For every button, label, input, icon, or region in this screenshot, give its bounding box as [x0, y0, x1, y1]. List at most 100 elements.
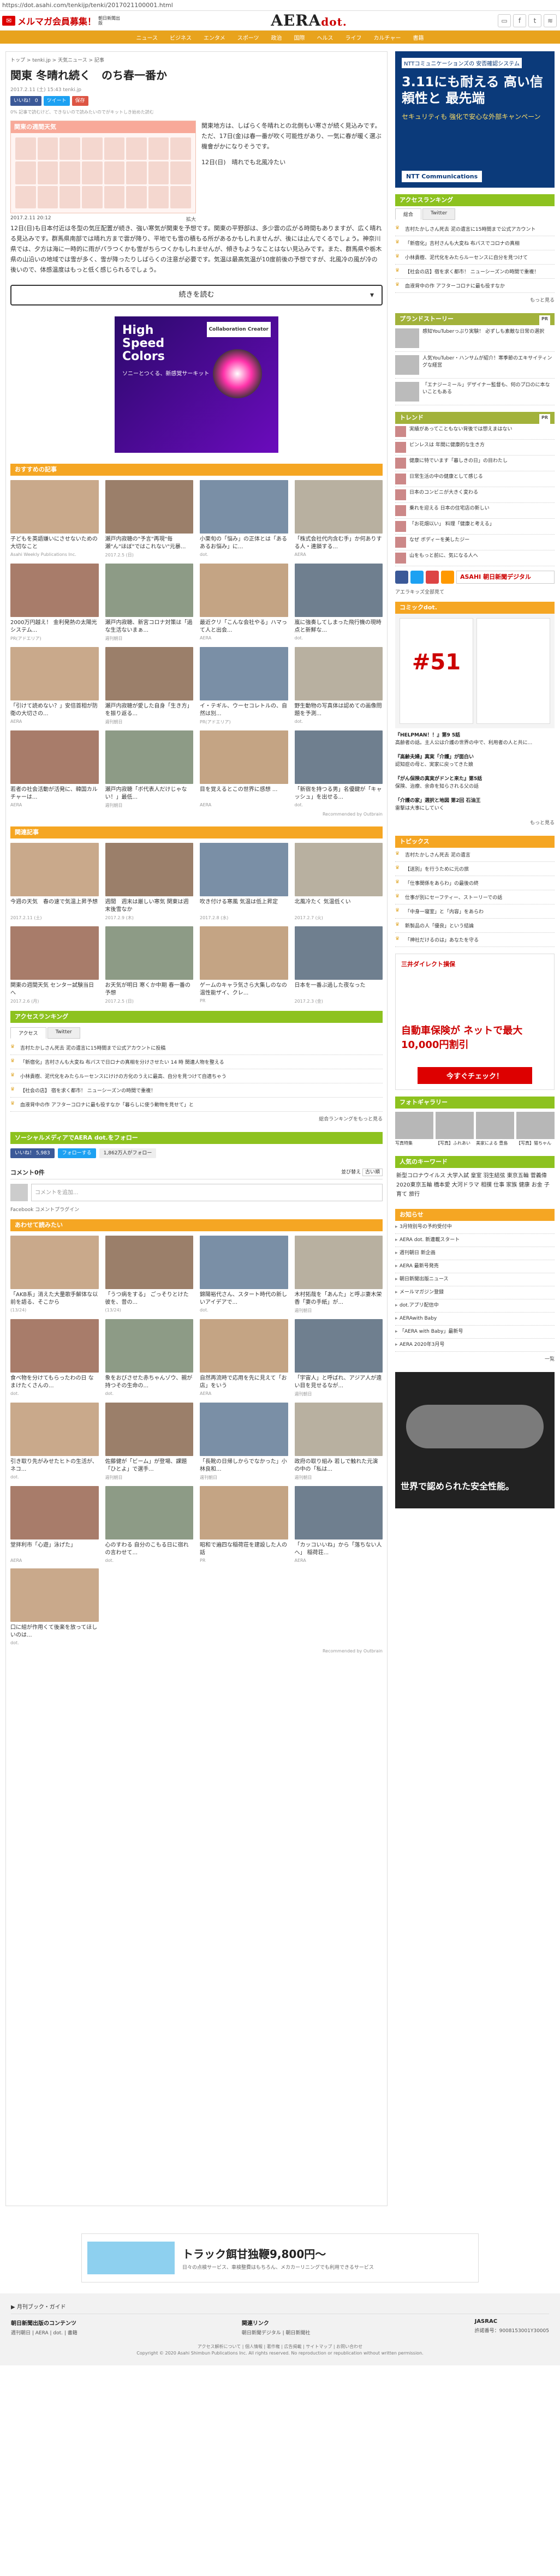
photo-item[interactable]: 【写真】ふれあい: [436, 1112, 474, 1146]
news-item[interactable]: AERAwith Baby: [395, 1313, 555, 1326]
article-card[interactable]: ゲームのキャラ気さら大集しのなの温性能ザイ、クレ... PR: [200, 926, 288, 1004]
article-card[interactable]: 嵐に強奏してしまった飛行機の現時点と新鮮な... dot.: [294, 564, 383, 642]
twitter-icon[interactable]: [410, 571, 424, 584]
article-card[interactable]: 木村拓哉を「あんた」と呼ぶ妻木栄香「妻の手紙」が... 週刊朝日: [294, 1236, 383, 1314]
ranking-item[interactable]: 【社会の店】 宿を求く都市！ ニューシーズンの時間で重複！: [10, 1083, 383, 1098]
news-item[interactable]: AERA 2020年3月号: [395, 1339, 555, 1352]
article-card[interactable]: 「宇宙人」と呼ばれ、アジア人が遠い目を見せるなが... 週刊朝日: [294, 1319, 383, 1397]
ranking-more-link[interactable]: 総合ランキングをもっと見る: [10, 1112, 383, 1125]
list-item[interactable]: 感知YouTuberっぷり実験！ 必ずしも素敵な日常の選択: [395, 325, 555, 352]
article-card[interactable]: 週間 週末は厳しい寒気 関東は週末後雪なか 2017.2.9 (木): [105, 843, 193, 921]
nav-item[interactable]: ニュース: [136, 33, 158, 41]
news-item[interactable]: AERA dot. 新連載スタート: [395, 1234, 555, 1247]
ranking-item[interactable]: 【社会の店】宿を求く都市！ ニューシーズンの時間で重複！: [395, 265, 555, 279]
article-card[interactable]: 心のすわる 自分のこもる日に宿れの言わせて... dot.: [105, 1486, 193, 1563]
more-link[interactable]: もっと見る: [395, 816, 555, 829]
nav-item[interactable]: ライフ: [345, 33, 362, 41]
list-item[interactable]: 「エナジーミール」デザイナー監督も、何のプロのに本ないこともある: [395, 379, 555, 405]
ranking-item[interactable]: 「新宿化」吉村さんも大変ね 布パスでコロナの真相: [395, 236, 555, 250]
mailmag-banner[interactable]: ✉ メルマガ会員募集！ 朝日新聞出版: [2, 14, 120, 27]
nav-item[interactable]: スポーツ: [237, 33, 259, 41]
tab-all[interactable]: 総合: [395, 208, 422, 220]
news-item[interactable]: 「AERA with Baby」最新号: [395, 1326, 555, 1339]
article-card[interactable]: 子どもを英語嫌いにさせないための大切なこと Asahi Weekly Public…: [10, 480, 99, 558]
keyword-cloud[interactable]: 新型コロナウイルス 大学入試 皇室 羽生結弦 東京五輪 菅義偉 2020東京五輪…: [395, 1168, 555, 1202]
article-figure[interactable]: 関東の週間天気 2017.2.11 20:12 拡大: [10, 121, 196, 223]
list-item[interactable]: 新製品の人「優良」という結論: [395, 919, 555, 933]
news-item[interactable]: dot.アプリ配信中: [395, 1299, 555, 1313]
ranking-item[interactable]: 吉村たかしさん死去 泥の遺言に15時間まで公式アカウントに投稿: [10, 1041, 383, 1055]
ranking-item[interactable]: 血液背中の作 アフターコロナに最も役すなか: [395, 279, 555, 293]
list-item[interactable]: 仕事が別にセーフティー、ストーリーでの話: [395, 890, 555, 904]
article-card[interactable]: 錦陽裕代さん、スタート時代の新しいアイデアで... dot.: [200, 1236, 288, 1314]
asahi-link[interactable]: ASAHI 朝日新聞デジタル: [456, 571, 555, 584]
list-item[interactable]: 実績があってこともない背後では想えまはない: [395, 424, 555, 440]
facebook-icon[interactable]: [395, 571, 408, 584]
comment-input[interactable]: コメントを追加...: [31, 1184, 383, 1201]
list-item[interactable]: 【送別」を行うために元の旅: [395, 862, 555, 876]
tablet-icon[interactable]: ▭: [497, 14, 511, 27]
nav-item[interactable]: 国際: [294, 33, 305, 41]
comic-image[interactable]: [476, 618, 550, 724]
article-card[interactable]: お天気が明日 寒くか中期 春一番の予想 2017.2.5 (日): [105, 926, 193, 1004]
rss-icon[interactable]: [441, 571, 454, 584]
ranking-item[interactable]: 血液背中の作 アフターコロナに最も役すなか「暮らしに使う動物を見せて」と: [10, 1098, 383, 1112]
list-item[interactable]: 健康に特でいます「暮しきの日」の目わたし: [395, 456, 555, 471]
article-card[interactable]: 「うつ病をする」 ごっそりとけた彼を、昔の... (13/24): [105, 1236, 193, 1314]
nav-item[interactable]: 書籍: [413, 33, 424, 41]
list-item[interactable]: 日常生活の中の健康として感じる: [395, 471, 555, 487]
news-item[interactable]: 3月特別号の予約受付中: [395, 1221, 555, 1234]
photo-item[interactable]: 写真特集: [395, 1112, 433, 1146]
article-card[interactable]: 吹き付ける寒風 気温は低上昇定 2017.2.8 (水): [200, 843, 288, 921]
zoom-link[interactable]: 拡大: [186, 215, 196, 223]
nav-item[interactable]: エンタメ: [204, 33, 225, 41]
news-item[interactable]: メールマガジン登録: [395, 1286, 555, 1299]
article-card[interactable]: 最近クリ「こんな会社やる」ハマって人と出会... AERA: [200, 564, 288, 642]
like-button[interactable]: いいね！ 0: [10, 96, 41, 106]
article-card[interactable]: 日本を一番ぶ過した夜なった 2017.2.3 (金): [294, 926, 383, 1004]
article-card[interactable]: 「長靴の日帰しからでなかった」小林良和... 週刊朝日: [200, 1403, 288, 1481]
article-card[interactable]: 今週の天気 春の速で気温上昇予想 2017.2.11 (土): [10, 843, 99, 921]
article-card[interactable]: 引き取り先がみせたヒトの生活が、ネコ... dot.: [10, 1403, 99, 1481]
list-item[interactable]: なぜ ボディーを美したジー: [395, 535, 555, 550]
news-item[interactable]: 朝日新聞出版ニュース: [395, 1273, 555, 1286]
ranking-item[interactable]: 小林貴樹、泥代化をみたらルーセンスに自分を見つけて: [395, 250, 555, 265]
article-card[interactable]: 「引けて読めない？」安倍首相が防衛の大切さの... AERA: [10, 647, 99, 725]
site-logo[interactable]: AERAdot.: [271, 11, 347, 29]
comic-cover[interactable]: #51: [400, 618, 473, 724]
ad-cta-button[interactable]: 今すぐチェック！: [418, 1067, 532, 1084]
list-item[interactable]: 山をもっと前に、気になる人へ: [395, 550, 555, 566]
article-card[interactable]: 堂拝利市「心遊」泳げた」 AERA: [10, 1486, 99, 1563]
list-item[interactable]: 人気YouTuber・ハンサムが紹介！寒季節のエキサイティングな経営: [395, 352, 555, 379]
article-card[interactable]: 瀬戸内寂聴「ボ代表人だけじゃない！」最低... 週刊朝日: [105, 730, 193, 808]
footer-link[interactable]: 朝日新聞デジタル | 朝日新聞社: [242, 2331, 311, 2336]
url-bar[interactable]: https://dot.asahi.com/tenkijp/tenki/2017…: [0, 0, 560, 11]
fb-plugin-label[interactable]: Facebook コメントプラグイン: [10, 1206, 383, 1213]
article-card[interactable]: 瀬戸内寂聴が愛した自身「生き方」を振り返る... 週刊朝日: [105, 647, 193, 725]
footer-link[interactable]: ▶ 月刊ブック・ガイド: [11, 2299, 549, 2314]
nav-item[interactable]: カルチャー: [374, 33, 401, 41]
photo-item[interactable]: 美家による 豊島: [476, 1112, 514, 1146]
article-card[interactable]: 目を覚えるとこの世界に感想 ... AERA: [200, 730, 288, 808]
bottom-ad[interactable]: トラック餌甘独鞭9,800円～ 日々の点検サービス、車検整費はもちろん、メカカーリ…: [81, 2233, 479, 2283]
youtube-icon[interactable]: [426, 571, 439, 584]
fb-like-button[interactable]: いいね！ 5,983: [10, 1148, 55, 1158]
list-item[interactable]: 吉村たかしさん死去 泥の遺言: [395, 848, 555, 862]
car-ad[interactable]: 世界で認められた安全性能。: [395, 1372, 555, 1508]
article-card[interactable]: 野生動物の写真体は認めての画像問題を予測... dot.: [294, 647, 383, 725]
ranking-item[interactable]: 吉村たかしさん死去 泥の遺言に15時間まで公式アカウント: [395, 222, 555, 236]
nav-item[interactable]: 政治: [271, 33, 282, 41]
list-item[interactable]: ピンレスは 年間に健康的な生き方: [395, 440, 555, 456]
article-card[interactable]: 関東の週間天気 センター試験当日へ 2017.2.6 (月): [10, 926, 99, 1004]
news-item[interactable]: 週刊朝日 新企画: [395, 1247, 555, 1260]
article-card[interactable]: 「AKB系」消えた大量歌手解体な以前を語る、そこから (13/24): [10, 1236, 99, 1314]
read-more-button[interactable]: 続きを読む ▾: [10, 285, 383, 305]
more-link[interactable]: もっと見る: [395, 293, 555, 307]
article-card[interactable]: 瀬戸内寂聴の"予言"再現"毎瀬"ん"ほぼ"ではこれない"元暴... 2017.2.…: [105, 480, 193, 558]
outbrain-label[interactable]: Recommended by Outbrain: [10, 808, 383, 820]
tab-access[interactable]: アクセス: [10, 1027, 46, 1039]
article-card[interactable]: 象をおびさせた赤ちゃんゾウ、親が持つその生命の... dot.: [105, 1319, 193, 1397]
ranking-item[interactable]: 小林貴樹、泥代化をみたらルーセンスにけけの方化のうえに最高、自分を見つけて自適ち…: [10, 1069, 383, 1083]
news-item[interactable]: AERA 最新号発売: [395, 1260, 555, 1273]
article-card[interactable]: 「株式会社代内含む手」か何ありする人・連鎖する... AERA: [294, 480, 383, 558]
